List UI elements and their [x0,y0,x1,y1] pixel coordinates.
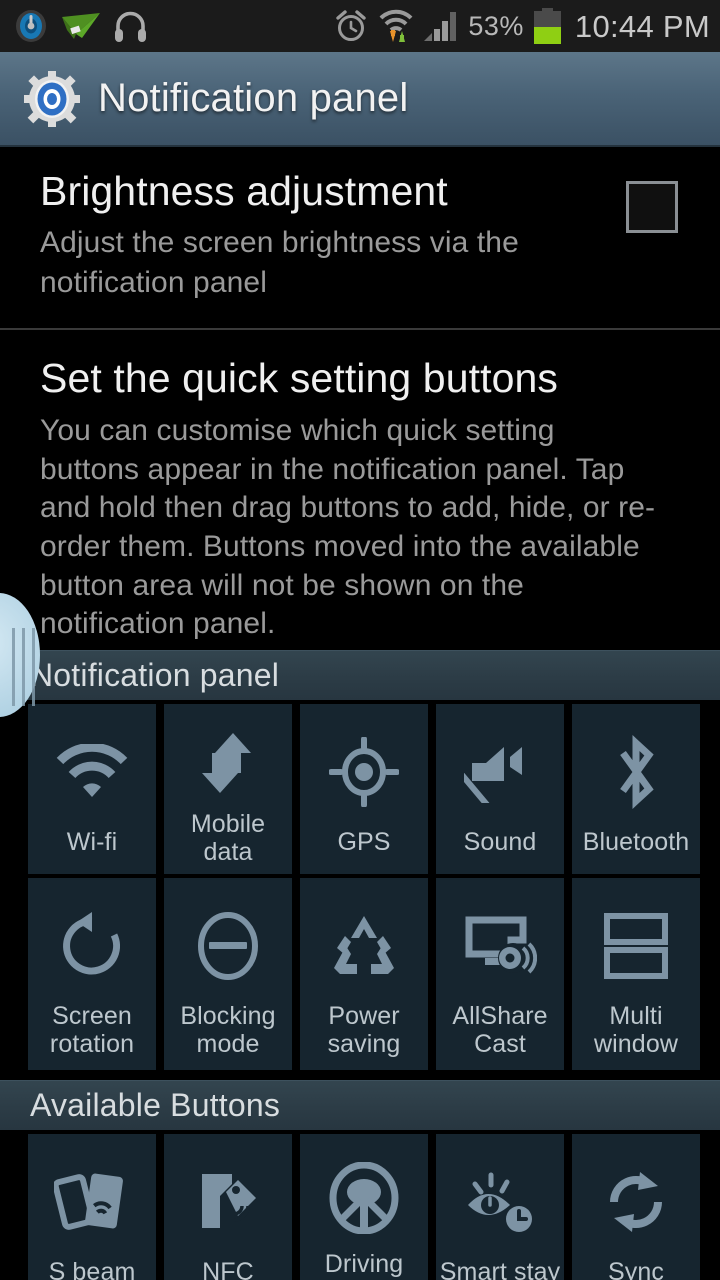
tile-driving-mode[interactable]: Drivingmode [300,1134,428,1280]
blocking-mode-icon [195,900,261,992]
tile-multi-window[interactable]: Multi window [572,878,700,1071]
tile-mobile-data[interactable]: Mobile data [164,704,292,875]
tile-label: AllShare Cast [452,1002,548,1059]
tile-allshare-cast[interactable]: AllShare Cast [436,878,564,1071]
tile-s-beam[interactable]: S beam [28,1134,156,1280]
tile-label: Multi window [594,1002,678,1059]
s-beam-icon [54,1156,130,1248]
sound-muted-icon [464,726,536,818]
alarm-clock-icon [336,10,367,41]
tile-screen-rotation[interactable]: Screen rotation [28,878,156,1071]
tile-label: Power saving [327,1002,401,1059]
tile-label: GPS [337,828,391,857]
page-title: Notification panel [98,76,409,120]
clock-label: 10:44 PM [574,8,710,44]
sync-icon [600,1156,672,1248]
settings-gear-icon [24,70,80,127]
brightness-text-block: Brightness adjustment Adjust the screen … [40,168,626,302]
available-buttons-tile-row-1: S beam NFC Driving Smart stay Sync [0,1130,720,1280]
screen-rotation-icon [57,900,127,992]
multi-window-icon [603,900,669,992]
quick-settings-title: Set the quick setting buttons [40,355,559,402]
quick-settings-description: You can customise which quick setting bu… [40,414,656,641]
tile-label: Wi-fi [66,828,118,857]
status-bar: 53% 10:44 PM [0,0,720,52]
section-header-label: Notification panel [30,657,280,694]
tile-label: Screen rotation [49,1002,135,1059]
section-header-notification-panel: Notification panel [0,650,720,701]
tile-label: Blocking mode [180,1002,276,1059]
status-bar-left-icons [14,9,147,43]
tile-nfc[interactable]: NFC [164,1134,292,1280]
battery-percent-label: 53% [468,10,524,41]
tile-gps[interactable]: GPS [300,704,428,875]
wifi-data-transfer-icon [379,9,413,42]
tile-wifi[interactable]: Wi-fi [28,704,156,875]
quick-settings-description-block: Set the quick setting buttons You can cu… [0,330,720,650]
brightness-adjustment-row[interactable]: Brightness adjustment Adjust the screen … [0,147,720,328]
tile-label: Drivingmode [324,1249,404,1280]
action-bar: Notification panel [0,52,720,147]
mobile-data-icon [193,726,263,800]
section-header-available-buttons: Available Buttons [0,1080,720,1131]
brightness-checkbox[interactable] [626,181,678,233]
bluetooth-icon [609,726,663,818]
battery-icon [533,8,561,44]
section-header-label: Available Buttons [30,1087,281,1124]
allshare-cast-icon [463,900,537,992]
quick-settings-text-block: Set the quick setting buttons You can cu… [40,355,692,644]
tile-label: S beam [48,1258,136,1280]
tile-blocking-mode[interactable]: Blocking mode [164,878,292,1071]
notification-panel-settings-screen: 53% 10:44 PM Notification panel Brightne… [0,0,720,1280]
tile-bluetooth[interactable]: Bluetooth [572,704,700,875]
status-bar-right-icons: 53% 10:44 PM [334,8,710,44]
headphones-icon [115,11,146,42]
tile-label: Bluetooth [582,828,690,857]
gps-icon [329,726,399,818]
smart-stay-icon [462,1156,538,1248]
tile-label: Mobile data [190,809,266,866]
brightness-title: Brightness adjustment [40,168,448,214]
tile-power-saving[interactable]: Power saving [300,878,428,1071]
tile-label: Smart stay [439,1258,561,1280]
tile-label: Sound [463,828,537,857]
drag-handle-icon[interactable] [12,628,42,706]
tile-sound[interactable]: Sound [436,704,564,875]
brightness-subtitle: Adjust the screen brightness via the not… [40,225,519,299]
cellular-signal-icon [424,12,457,41]
tile-label: Sync [608,1258,664,1280]
tile-smart-stay[interactable]: Smart stay [436,1134,564,1280]
notification-panel-tile-row-2: Screen rotation Blocking mode Power savi… [0,874,720,1071]
nfc-icon [192,1156,264,1248]
wifi-icon [55,726,129,818]
app-circle-icon [16,10,46,42]
power-saving-icon [327,900,401,992]
tile-label: NFC [202,1258,254,1280]
notification-panel-tile-row-1: Wi-fi Mobile data GPS Sound Bluetooth [0,700,720,875]
tile-sync[interactable]: Sync [572,1134,700,1280]
driving-mode-icon [327,1156,401,1240]
paper-plane-icon [62,13,100,39]
